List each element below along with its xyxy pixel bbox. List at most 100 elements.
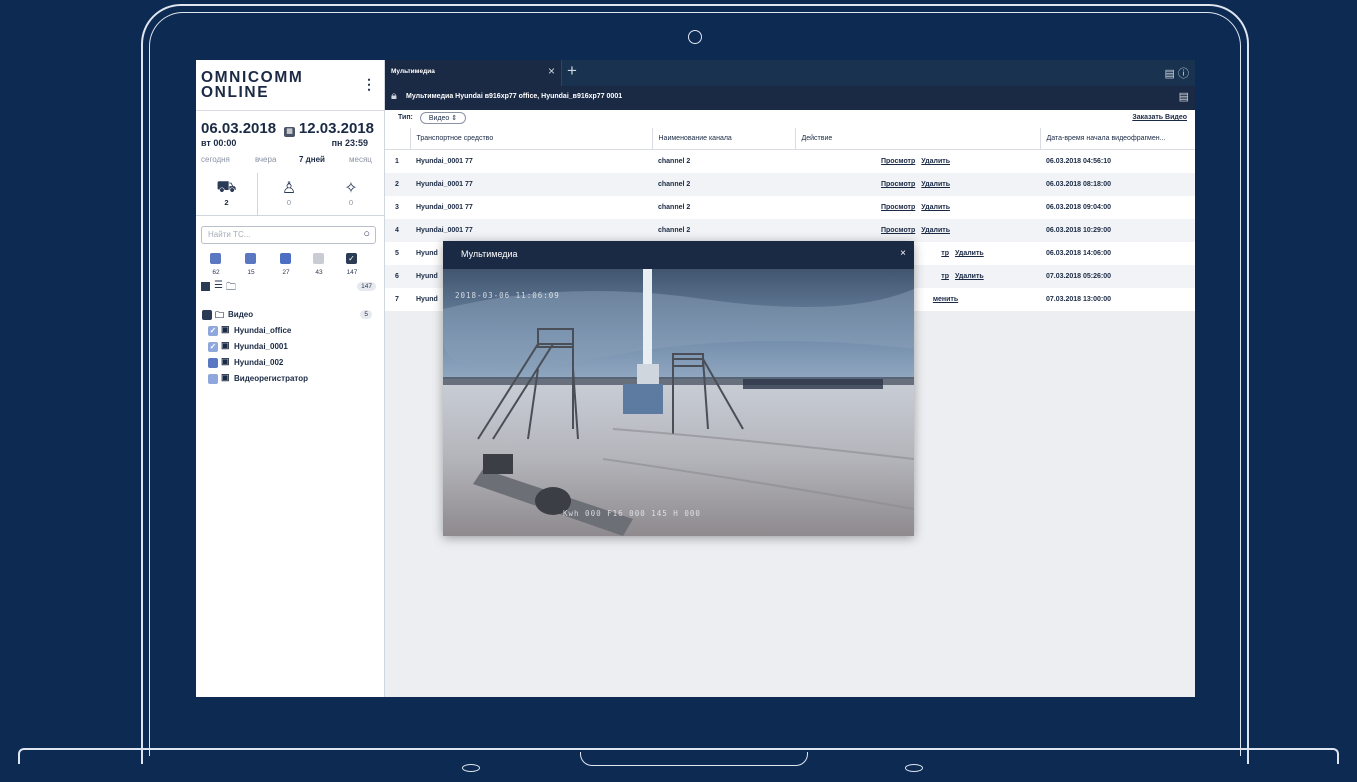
delete-link[interactable]: Удалить bbox=[921, 181, 950, 188]
object-tabs: ⛟ 2 ♙ 0 ✧ 0 bbox=[196, 173, 384, 216]
datetime-cell: 06.03.2018 09:04:00 bbox=[1040, 196, 1195, 219]
camera-icon: ▣ bbox=[221, 372, 230, 382]
delete-link[interactable]: менить bbox=[933, 296, 958, 303]
datetime-cell: 06.03.2018 08:18:00 bbox=[1040, 173, 1195, 196]
view-link[interactable]: Просмотр bbox=[881, 204, 915, 211]
tree-root-label: Видео bbox=[228, 310, 254, 319]
quick-yesterday[interactable]: вчера bbox=[255, 155, 276, 164]
tab-vehicles-count: 2 bbox=[224, 198, 229, 207]
row-number: 4 bbox=[385, 219, 410, 242]
type-label: Тип: bbox=[398, 114, 413, 121]
logo[interactable]: OMNICOMM ONLINE bbox=[201, 69, 304, 101]
search-icon[interactable]: ○ bbox=[363, 228, 370, 240]
status-filter-box[interactable] bbox=[245, 253, 256, 264]
app-screen: OMNICOMM ONLINE ⋮ 06.03.2018 вт 00:00 ▦ … bbox=[196, 60, 1195, 697]
lock-icon[interactable]: 🔒︎ bbox=[391, 90, 397, 103]
tree-item-checkbox[interactable]: ✓ bbox=[208, 326, 218, 336]
tree-item-label: Hyundai_0001 bbox=[234, 342, 288, 351]
view-link[interactable]: тр bbox=[941, 250, 949, 257]
tab-multimedia[interactable]: Мультимедиа × bbox=[385, 60, 562, 86]
video-caption: Kwh 000 F16 000 145 H 000 bbox=[563, 509, 701, 518]
view-link[interactable]: Просмотр bbox=[881, 158, 915, 165]
view-link[interactable]: Просмотр bbox=[881, 181, 915, 188]
calendar-icon[interactable]: ▦ bbox=[284, 127, 295, 137]
tab-geozones-count: 0 bbox=[348, 198, 354, 207]
action-cell: Просмотр Удалить bbox=[795, 219, 1040, 242]
chat-icon[interactable]: ▤ bbox=[1165, 68, 1175, 80]
vehicle-tree: 🗀 Видео 5 ✓ ▣ Hyundai_office ✓ ▣ Hyundai… bbox=[202, 308, 380, 388]
tree-root[interactable]: 🗀 Видео 5 bbox=[202, 308, 380, 324]
start-date[interactable]: 06.03.2018 bbox=[201, 120, 276, 137]
datetime-cell: 06.03.2018 04:56:10 bbox=[1040, 149, 1195, 173]
tree-item-checkbox[interactable]: ✓ bbox=[208, 342, 218, 352]
table-row[interactable]: 3 Hyundai_0001 77 channel 2 Просмотр Удал… bbox=[385, 196, 1195, 219]
table-row[interactable]: 2 Hyundai_0001 77 channel 2 Просмотр Удал… bbox=[385, 173, 1195, 196]
vehicle-search[interactable]: Найти ТС... ○ bbox=[201, 226, 376, 244]
search-placeholder: Найти ТС... bbox=[208, 230, 251, 239]
type-select[interactable]: Видео ⇕ bbox=[420, 112, 466, 124]
datetime-cell: 06.03.2018 14:06:00 bbox=[1040, 242, 1195, 265]
select-all-checkbox[interactable] bbox=[201, 282, 210, 291]
vehicle-cell: Hyundai_0001 77 bbox=[410, 196, 652, 219]
end-date[interactable]: 12.03.2018 bbox=[299, 120, 374, 137]
close-icon[interactable]: × bbox=[900, 248, 906, 259]
geozone-icon: ✧ bbox=[344, 180, 358, 197]
logo-line-2: ONLINE bbox=[201, 84, 270, 101]
status-filter-checkbox[interactable]: ✓ bbox=[346, 253, 357, 264]
status-filter-box[interactable] bbox=[210, 253, 221, 264]
table-row[interactable]: 1 Hyundai_0001 77 channel 2 Просмотр Удал… bbox=[385, 149, 1195, 173]
report-title: Мультимедиа Hyundai в916хр77 office, Hyu… bbox=[406, 93, 623, 100]
close-tab-icon[interactable]: × bbox=[548, 64, 555, 78]
tree-item[interactable]: ✓ ▣ Hyundai_0001 bbox=[202, 340, 380, 356]
vehicle-cell: Hyundai_0001 77 bbox=[410, 149, 652, 173]
delete-link[interactable]: Удалить bbox=[921, 204, 950, 211]
column-header[interactable]: Наименование канала bbox=[652, 128, 796, 150]
delete-link[interactable]: Удалить bbox=[955, 250, 984, 257]
quick-today[interactable]: сегодня bbox=[201, 155, 230, 164]
tab-vehicles[interactable]: ⛟ 2 bbox=[196, 173, 258, 215]
status-filter-count: 43 bbox=[315, 269, 323, 276]
tree-item[interactable]: ▣ Hyundai_002 bbox=[202, 356, 380, 372]
tree-item-checkbox[interactable] bbox=[208, 374, 218, 384]
add-tab-icon[interactable]: + bbox=[567, 61, 577, 81]
period-selector[interactable]: 06.03.2018 вт 00:00 ▦ 12.03.2018 пн 23:5… bbox=[196, 111, 384, 151]
order-video-link[interactable]: Заказать Видео bbox=[1132, 114, 1187, 121]
view-link[interactable]: тр bbox=[941, 273, 949, 280]
row-number: 6 bbox=[385, 265, 410, 288]
tree-item[interactable]: ▣ Видеорегистратор bbox=[202, 372, 380, 388]
video-player[interactable]: 2018-03-06 11:06:09 Kwh 000 F16 000 145 … bbox=[443, 269, 914, 536]
save-icon[interactable]: ▤ bbox=[1179, 90, 1189, 103]
channel-cell: channel 2 bbox=[652, 219, 795, 242]
laptop-notch bbox=[580, 752, 808, 766]
folder-view-icon[interactable]: 🗀 bbox=[226, 280, 236, 297]
delete-link[interactable]: Удалить bbox=[921, 158, 950, 165]
logo-line-1: OMNICOMM bbox=[201, 69, 304, 86]
status-filter-box[interactable] bbox=[313, 253, 324, 264]
type-filter-row: Тип: Видео ⇕ Заказать Видео bbox=[385, 110, 1195, 128]
table-row[interactable]: 4 Hyundai_0001 77 channel 2 Просмотр Удал… bbox=[385, 219, 1195, 242]
datetime-cell: 07.03.2018 05:26:00 bbox=[1040, 265, 1195, 288]
truck-icon: ⛟ bbox=[216, 179, 237, 196]
tab-geozones[interactable]: ✧ 0 bbox=[320, 173, 382, 215]
datetime-cell: 07.03.2018 13:00:00 bbox=[1040, 288, 1195, 311]
delete-link[interactable]: Удалить bbox=[955, 273, 984, 280]
column-header[interactable]: Транспортное средство bbox=[410, 128, 653, 150]
type-select-value: Видео bbox=[428, 115, 450, 122]
tree-root-count: 5 bbox=[360, 310, 372, 319]
kebab-icon[interactable]: ⋮ bbox=[362, 76, 376, 93]
quick-month[interactable]: месяц bbox=[349, 155, 372, 164]
column-header[interactable]: Дата-время начала видеофрагмен... bbox=[1040, 128, 1195, 150]
tree-root-checkbox[interactable] bbox=[202, 310, 212, 320]
list-view-icon[interactable]: ☰ bbox=[214, 280, 223, 291]
tree-item-checkbox[interactable] bbox=[208, 358, 218, 368]
status-filter-box[interactable] bbox=[280, 253, 291, 264]
quick-7days[interactable]: 7 дней bbox=[299, 155, 325, 164]
status-filters: 62 15 27 43 ✓ 147 bbox=[210, 253, 380, 283]
tree-item-label: Видеорегистратор bbox=[234, 374, 308, 383]
delete-link[interactable]: Удалить bbox=[921, 227, 950, 234]
view-link[interactable]: Просмотр bbox=[881, 227, 915, 234]
tab-drivers[interactable]: ♙ 0 bbox=[258, 173, 320, 215]
column-header[interactable]: Действие bbox=[795, 128, 1041, 150]
tree-item[interactable]: ✓ ▣ Hyundai_office bbox=[202, 324, 380, 340]
help-icon[interactable]: ⓘ bbox=[1178, 68, 1189, 80]
